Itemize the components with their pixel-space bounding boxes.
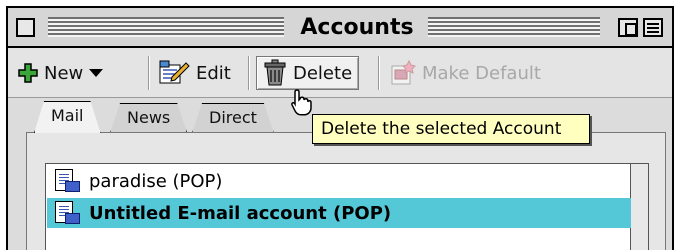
accounts-panel: paradise (POP) Untitled E-mail account (…: [26, 132, 666, 250]
edit-button[interactable]: Edit: [158, 56, 231, 90]
trash-icon: [264, 59, 286, 86]
delete-tooltip: Delete the selected Account: [312, 114, 590, 144]
window-title: Accounts: [292, 15, 422, 40]
title-bar-stripes: [428, 17, 600, 37]
list-scrollbar[interactable]: [631, 163, 649, 250]
accounts-window: Accounts New Edit Delete Make Default Ma…: [6, 6, 674, 250]
new-button-label: New: [44, 62, 84, 84]
title-bar-stripes: [48, 17, 284, 37]
toolbar-separator: [378, 56, 380, 90]
close-box-icon[interactable]: [16, 18, 35, 37]
edit-button-label: Edit: [196, 62, 231, 84]
account-icon: [55, 169, 81, 193]
tab-directory[interactable]: Direct: [192, 103, 274, 133]
plus-icon: [18, 63, 38, 83]
list-item[interactable]: Untitled E-mail account (POP): [47, 198, 631, 228]
make-default-button-label: Make Default: [422, 62, 541, 84]
dropdown-arrow-icon: [89, 69, 104, 77]
edit-icon: [159, 60, 190, 84]
title-bar[interactable]: Accounts: [8, 8, 672, 48]
make-default-button[interactable]: Make Default: [390, 56, 541, 90]
delete-button-label: Delete: [293, 62, 353, 84]
account-icon: [55, 201, 81, 225]
account-label: Untitled E-mail account (POP): [89, 202, 392, 224]
zoom-box-icon[interactable]: [618, 18, 638, 37]
hand-cursor-icon: [291, 89, 312, 116]
toolbar-separator: [248, 56, 250, 90]
delete-button[interactable]: Delete: [256, 56, 360, 90]
tab-news[interactable]: News: [110, 103, 187, 133]
make-default-icon: [391, 60, 416, 85]
new-button[interactable]: New: [18, 56, 104, 90]
accounts-list: paradise (POP) Untitled E-mail account (…: [45, 163, 631, 250]
account-label: paradise (POP): [89, 170, 223, 192]
list-item[interactable]: paradise (POP): [47, 166, 631, 196]
toolbar-separator: [148, 56, 150, 90]
tab-mail[interactable]: Mail: [34, 101, 101, 133]
window-shade-icon[interactable]: [643, 18, 663, 37]
toolbar: New Edit Delete Make Default: [8, 48, 672, 98]
